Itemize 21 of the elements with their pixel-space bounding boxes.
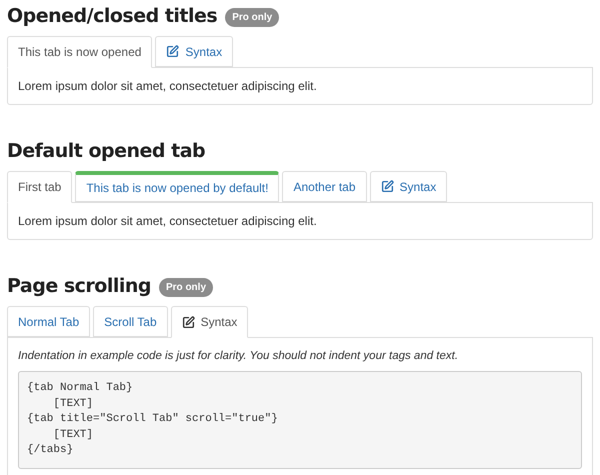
panel-text: Lorem ipsum dolor sit amet, consectetuer adipiscing elit. — [18, 78, 318, 95]
tab[interactable]: Another tab — [282, 171, 367, 202]
section-title: Page scrolling — [7, 274, 151, 299]
tab[interactable]: This tab is now opened by default! — [75, 171, 280, 202]
tab[interactable]: Syntax — [170, 306, 248, 338]
edit-icon — [380, 180, 394, 193]
tab[interactable]: Syntax — [155, 36, 234, 67]
section-title: Default opened tab — [7, 138, 206, 164]
code-block: {tab Normal Tab} [TEXT] {tab title="Scroll Tab" scroll="true"} [TEXT] {/tabs} — [18, 371, 582, 468]
tab[interactable]: Scroll Tab — [93, 306, 168, 337]
note-text: Indentation in example code is just for clarity. You should not indent your tags and text. — [18, 349, 460, 364]
tab[interactable]: This tab is now opened — [7, 36, 152, 68]
panel-text: Lorem ipsum dolor sit amet, consectetuer adipiscing elit. — [18, 213, 318, 230]
tab[interactable]: Syntax — [370, 171, 448, 202]
edit-icon — [182, 316, 195, 328]
tab[interactable]: First tab — [7, 171, 72, 203]
edit-icon — [166, 45, 180, 58]
tab[interactable]: Normal Tab — [7, 306, 90, 337]
pro-badge: Pro only — [159, 278, 214, 297]
section-title: Opened/closed titles — [7, 4, 218, 29]
pro-badge: Pro only — [225, 8, 280, 27]
